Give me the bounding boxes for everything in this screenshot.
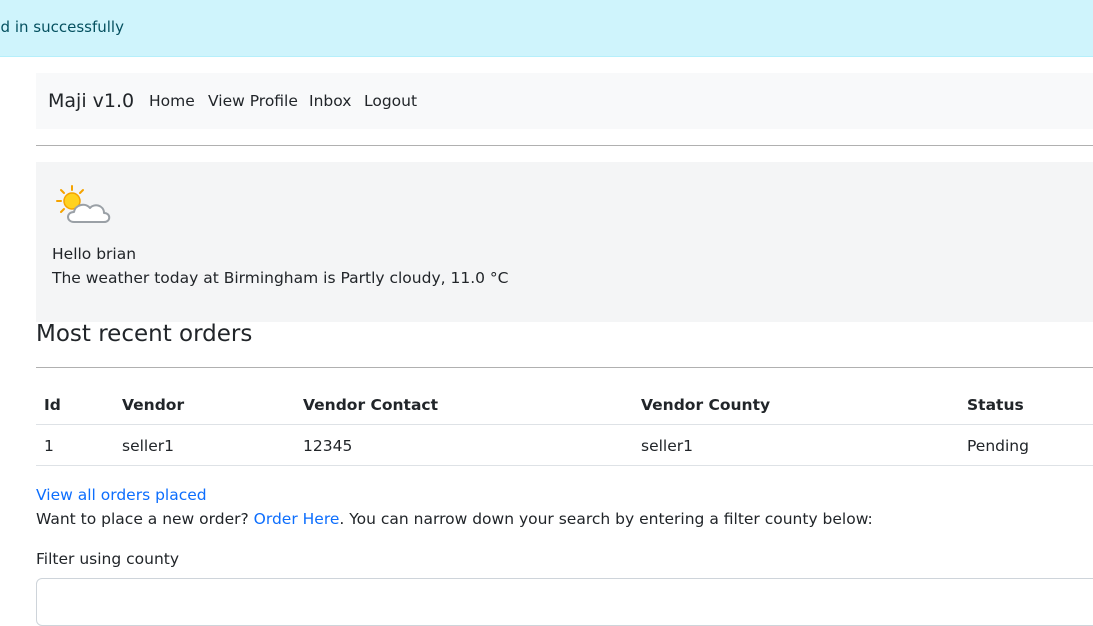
nav-link-inbox[interactable]: Inbox bbox=[309, 92, 351, 110]
column-header-vendor: Vendor bbox=[122, 396, 185, 414]
table-divider bbox=[36, 424, 1093, 425]
recent-orders-heading: Most recent orders bbox=[36, 321, 253, 347]
alert-message: Logged in successfully bbox=[0, 18, 124, 36]
nav-link-view-profile[interactable]: View Profile bbox=[208, 92, 298, 110]
navbar: Maji v1.0 Home View Profile Inbox Logout bbox=[36, 73, 1093, 129]
nav-link-home[interactable]: Home bbox=[149, 92, 195, 110]
success-alert: Logged in successfully bbox=[0, 0, 1093, 57]
nav-link-logout[interactable]: Logout bbox=[364, 92, 417, 110]
column-header-vendor-contact: Vendor Contact bbox=[303, 396, 439, 414]
greeting-text: Hello brian bbox=[52, 245, 137, 263]
cell-vendor-contact: 12345 bbox=[303, 437, 353, 455]
cell-vendor-county: seller1 bbox=[641, 437, 693, 455]
order-here-link[interactable]: Order Here bbox=[254, 510, 340, 528]
divider bbox=[36, 367, 1093, 368]
order-prompt-suffix: . You can narrow down your search by ent… bbox=[339, 510, 873, 528]
weather-text: The weather today at Birmingham is Partl… bbox=[52, 269, 509, 287]
divider bbox=[36, 145, 1093, 146]
cell-vendor: seller1 bbox=[122, 437, 174, 455]
column-header-vendor-county: Vendor County bbox=[641, 396, 771, 414]
navbar-brand[interactable]: Maji v1.0 bbox=[48, 90, 134, 112]
cell-id: 1 bbox=[44, 437, 54, 455]
order-prompt-prefix: Want to place a new order? bbox=[36, 510, 254, 528]
cell-status: Pending bbox=[967, 437, 1029, 455]
order-prompt: Want to place a new order? Order Here. Y… bbox=[36, 510, 873, 528]
filter-county-label: Filter using county bbox=[36, 550, 180, 568]
table-divider bbox=[36, 465, 1093, 466]
column-header-id: Id bbox=[44, 396, 61, 414]
filter-county-input[interactable] bbox=[36, 578, 1093, 626]
view-all-orders-link[interactable]: View all orders placed bbox=[36, 486, 207, 504]
partly-cloudy-icon bbox=[56, 184, 112, 228]
column-header-status: Status bbox=[967, 396, 1024, 414]
welcome-panel: Hello brian The weather today at Birming… bbox=[36, 162, 1093, 322]
